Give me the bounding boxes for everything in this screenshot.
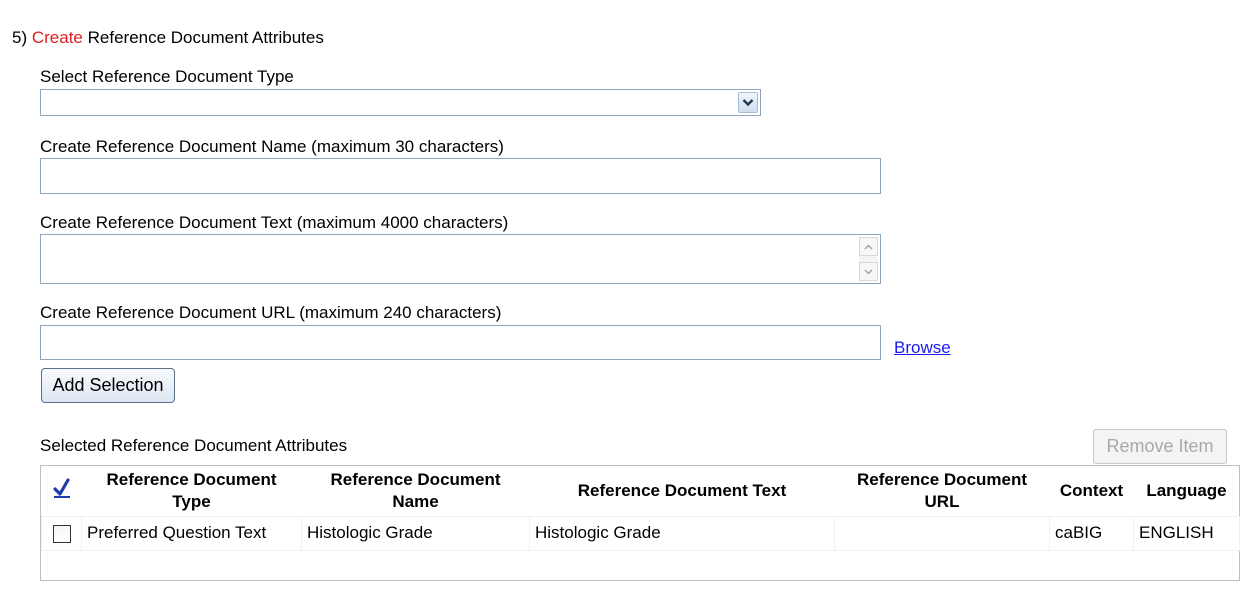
selected-attributes-table: Reference Document Type Reference Docume… [40, 465, 1240, 581]
step-action-word: Create [31, 28, 83, 47]
textarea-scrollbar[interactable] [859, 237, 878, 281]
type-select-label: Select Reference Document Type [40, 67, 294, 86]
step-heading: 5) Create Reference Document Attributes [12, 28, 324, 48]
chevron-down-icon[interactable] [738, 92, 758, 113]
table-row[interactable]: Preferred Question Text Histologic Grade… [41, 515, 1240, 551]
selected-section-label: Selected Reference Document Attributes [40, 436, 348, 455]
column-header-url: Reference Document URL [856, 469, 1028, 511]
scroll-up-icon[interactable] [859, 237, 878, 256]
browse-link[interactable]: Browse [894, 338, 951, 358]
column-header-type: Reference Document Type [106, 469, 277, 511]
column-header-name: Reference Document Name [330, 469, 501, 511]
cell-context: caBIG [1049, 515, 1134, 551]
step-title: Reference Document Attributes [87, 28, 324, 47]
reference-document-form: 5) Create Reference Document Attributes … [0, 0, 1258, 600]
cell-url [834, 515, 1050, 551]
row-checkbox[interactable] [52, 524, 71, 543]
text-field-label: Create Reference Document Text (maximum … [40, 213, 509, 232]
table-header-row: Reference Document Type Reference Docume… [42, 466, 1240, 516]
select-all-header[interactable] [42, 466, 82, 516]
name-input[interactable] [40, 158, 881, 194]
type-select[interactable] [40, 89, 761, 116]
cell-language: ENGLISH [1133, 515, 1240, 551]
scroll-down-icon[interactable] [859, 262, 878, 281]
cell-type: Preferred Question Text [81, 515, 302, 551]
column-header-text: Reference Document Text [577, 480, 787, 500]
url-input[interactable] [40, 325, 881, 360]
column-header-context: Context [1059, 480, 1124, 500]
checkmark-icon[interactable] [51, 477, 73, 499]
text-textarea[interactable] [40, 234, 881, 284]
cell-text: Histologic Grade [529, 515, 835, 551]
cell-name: Histologic Grade [301, 515, 530, 551]
step-number: 5) [12, 28, 28, 47]
remove-item-button[interactable]: Remove Item [1093, 429, 1227, 464]
add-selection-button[interactable]: Add Selection [41, 368, 175, 403]
column-header-language: Language [1146, 480, 1227, 500]
url-field-label: Create Reference Document URL (maximum 2… [40, 303, 502, 322]
name-field-label: Create Reference Document Name (maximum … [40, 137, 504, 156]
